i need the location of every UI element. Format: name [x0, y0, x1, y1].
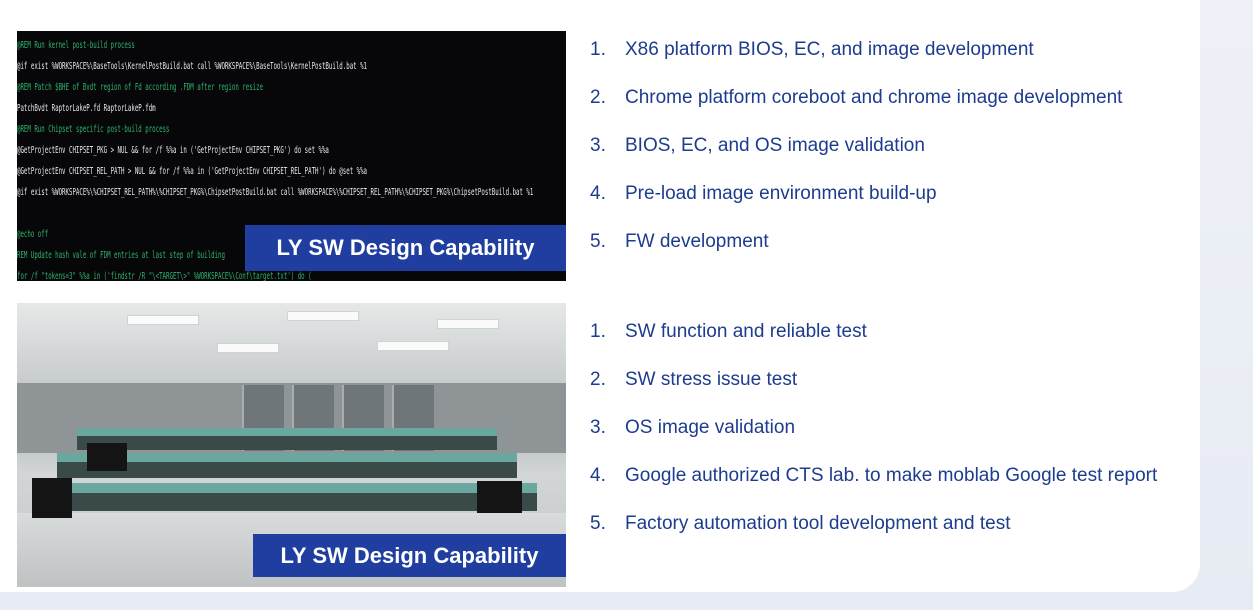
- ceiling-light: [437, 319, 499, 329]
- ceiling-light: [287, 311, 359, 321]
- item-number: 2.: [590, 369, 606, 390]
- item-text: OS image validation: [625, 417, 796, 438]
- test-bench: [37, 493, 537, 511]
- code-line: PatchBvdt RaptorLakeP.fd RaptorLakeP.fdm: [17, 103, 156, 114]
- item-number: 5.: [590, 231, 606, 252]
- lab-monitor: [87, 443, 127, 471]
- list-item: 3. OS image validation: [590, 404, 1157, 452]
- list-item: 1. SW function and reliable test: [590, 308, 1157, 356]
- test-bench: [77, 428, 497, 436]
- item-number: 4.: [590, 183, 606, 204]
- code-image-caption: LY SW Design Capability: [245, 225, 566, 271]
- item-number: 5.: [590, 513, 606, 534]
- item-text: X86 platform BIOS, EC, and image develop…: [625, 39, 1034, 60]
- list-item: 2. Chrome platform coreboot and chrome im…: [590, 74, 1122, 122]
- code-line: @REM Run kernel post-build process: [17, 40, 135, 51]
- test-bench: [37, 483, 537, 493]
- item-number: 2.: [590, 87, 606, 108]
- code-line: @GetProjectEnv CHIPSET_REL_PATH > NUL &&…: [17, 166, 368, 177]
- item-text: Factory automation tool development and …: [625, 513, 1011, 534]
- list-item: 5. FW development: [590, 218, 1122, 266]
- code-line: @REM Run Chipset specific post-build pro…: [17, 124, 170, 135]
- list-item: 1. X86 platform BIOS, EC, and image devel…: [590, 26, 1122, 74]
- list-item: 4. Pre-load image environment build-up: [590, 170, 1122, 218]
- code-line: @if exist %WORKSPACE%\BaseTools\KernelPo…: [17, 61, 368, 72]
- item-text: BIOS, EC, and OS image validation: [625, 135, 925, 156]
- list-item: 2. SW stress issue test: [590, 356, 1157, 404]
- ceiling-light: [127, 315, 199, 325]
- test-list: 1. SW function and reliable test 2. SW str…: [590, 308, 1157, 548]
- capabilities-list: 1. X86 platform BIOS, EC, and image devel…: [590, 26, 1122, 266]
- item-text: Chrome platform coreboot and chrome imag…: [625, 87, 1123, 108]
- code-line: @if exist %WORKSPACE%\%CHIPSET_REL_PATH%…: [17, 187, 534, 198]
- lab-monitor: [32, 478, 72, 518]
- list-item: 3. BIOS, EC, and OS image validation: [590, 122, 1122, 170]
- item-number: 1.: [590, 39, 606, 60]
- item-number: 4.: [590, 465, 606, 486]
- code-line: @REM Patch $BHE of Bvdt region of Fd acc…: [17, 82, 264, 93]
- item-number: 1.: [590, 321, 606, 342]
- test-bench: [77, 436, 497, 450]
- code-line: @GetProjectEnv CHIPSET_PKG > NUL && for …: [17, 145, 329, 156]
- item-number: 3.: [590, 135, 606, 156]
- item-text: Pre-load image environment build-up: [625, 183, 937, 204]
- ceiling-light: [217, 343, 279, 353]
- item-text: SW stress issue test: [625, 369, 798, 390]
- item-number: 3.: [590, 417, 606, 438]
- item-text: SW function and reliable test: [625, 321, 867, 342]
- lab-image-caption: LY SW Design Capability: [253, 534, 566, 577]
- list-item: 5. Factory automation tool development an…: [590, 500, 1157, 548]
- list-item: 4. Google authorized CTS lab. to make mob…: [590, 452, 1157, 500]
- item-text: Google authorized CTS lab. to make mobla…: [625, 465, 1158, 486]
- ceiling-light: [377, 341, 449, 351]
- lab-monitor: [477, 481, 522, 513]
- item-text: FW development: [625, 231, 769, 252]
